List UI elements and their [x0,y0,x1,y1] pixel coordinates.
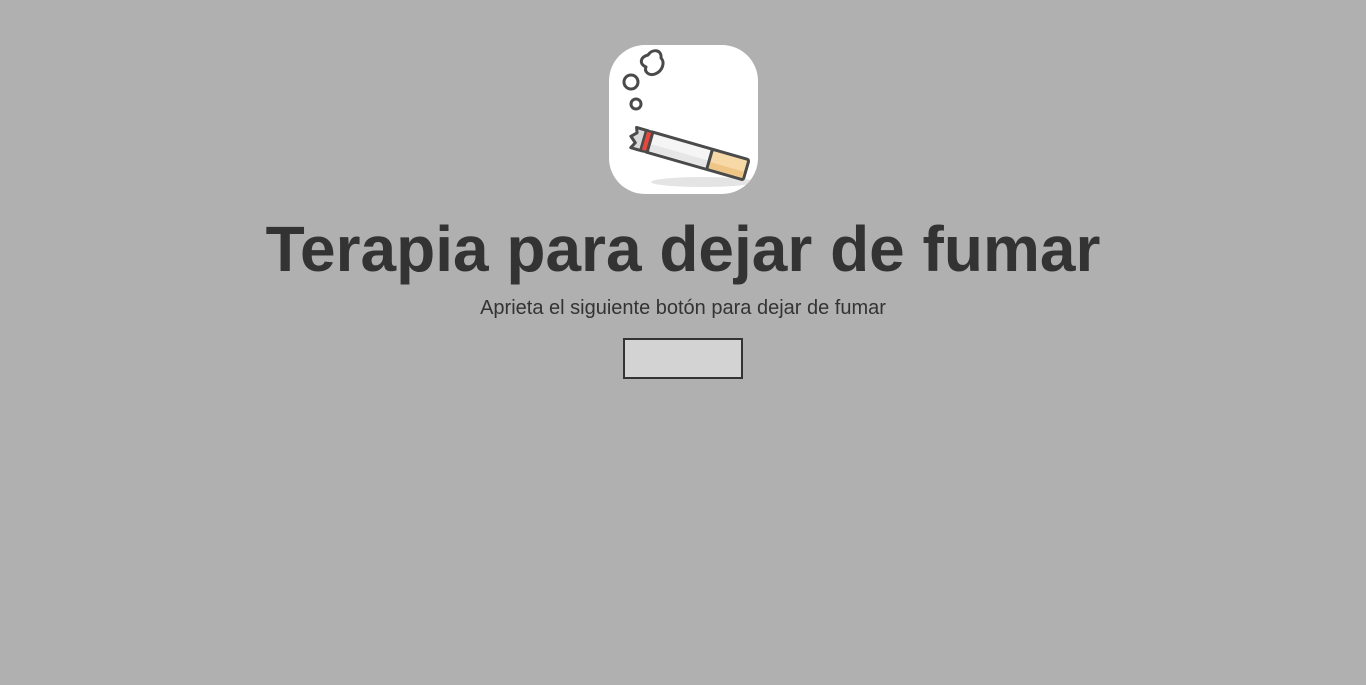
quit-smoking-button[interactable] [623,338,743,379]
app-logo [609,45,758,194]
cigarette-smoke-icon [622,49,755,187]
page-subtitle: Aprieta el siguiente botón para dejar de… [480,297,886,319]
page: Terapia para dejar de fumar Aprieta el s… [0,0,1366,685]
page-title: Terapia para dejar de fumar [265,213,1101,285]
